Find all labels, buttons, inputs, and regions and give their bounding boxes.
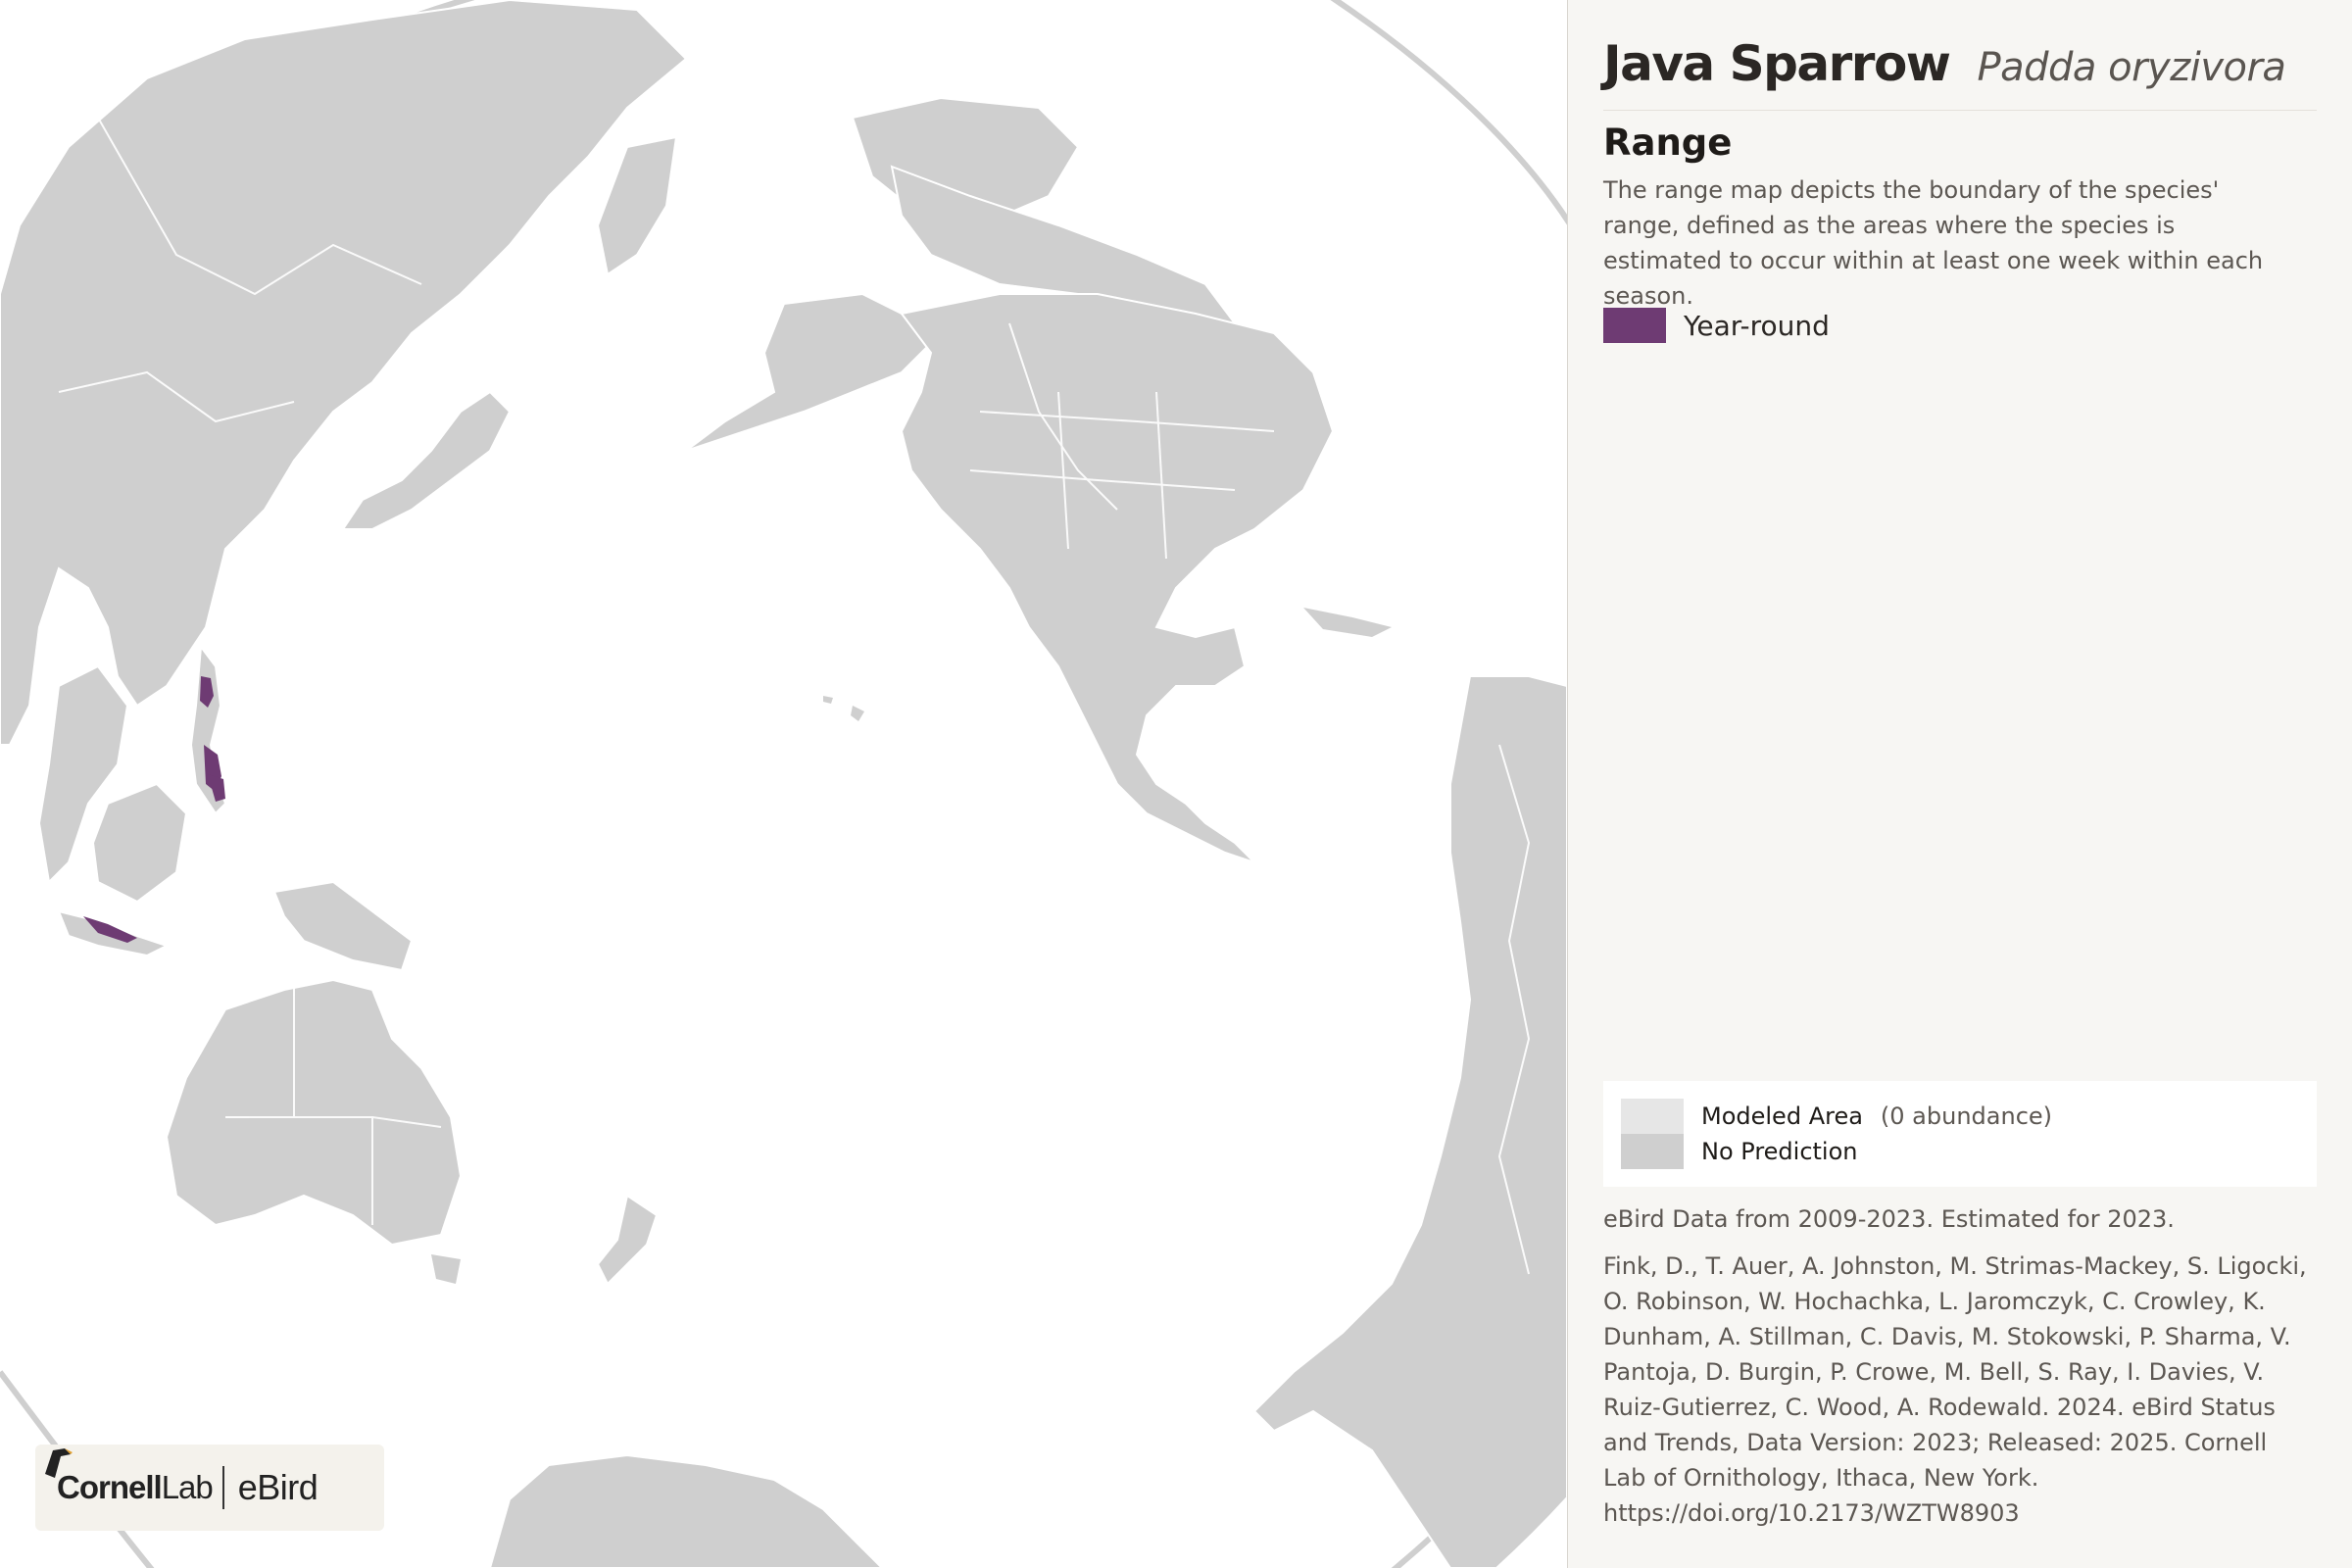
map-legend: Modeled Area (0 abundance) No Prediction	[1603, 1081, 2317, 1187]
bird-icon	[45, 1448, 73, 1478]
land-new-zealand	[596, 1194, 659, 1286]
no-prediction-label: No Prediction	[1701, 1138, 1858, 1165]
modeled-area-note: (0 abundance)	[1880, 1102, 2053, 1130]
land-borneo	[91, 782, 188, 904]
range-description: The range map depicts the boundary of th…	[1603, 176, 2264, 310]
land-south-america	[1252, 675, 1567, 1568]
species-panel: Java Sparrow Padda oryzivora Range The r…	[1568, 0, 2352, 1568]
land-north-america	[900, 293, 1335, 863]
year-round-swatch	[1603, 308, 1666, 343]
cornell-ebird-logo[interactable]: Cornell Lab eBird	[35, 1445, 384, 1531]
year-round-label: Year-round	[1684, 309, 1830, 342]
land-new-guinea	[272, 880, 414, 972]
legend-year-round: Year-round	[1603, 308, 1830, 343]
cornell-lab-logo: Cornell Lab	[45, 1448, 214, 1506]
land-alaska	[685, 292, 933, 452]
scientific-name: Padda oryzivora	[1977, 45, 2286, 90]
common-name: Java Sparrow	[1603, 35, 1951, 92]
land-australia	[165, 978, 463, 1247]
modeled-area-label: Modeled Area	[1701, 1102, 1863, 1130]
land-kamchatka	[596, 135, 678, 276]
range-map[interactable]: Cornell Lab eBird	[0, 0, 1568, 1568]
land-japan	[341, 390, 512, 530]
land-tasmania	[431, 1254, 461, 1284]
modeled-area-swatch	[1621, 1099, 1684, 1134]
land-caribbean	[1303, 608, 1392, 637]
legend-no-prediction: No Prediction	[1621, 1134, 2317, 1169]
land-asia	[0, 0, 688, 746]
land-hawaii	[823, 696, 864, 721]
range-heading: Range	[1603, 122, 1733, 164]
logo-divider	[221, 1466, 224, 1509]
species-title: Java Sparrow Padda oryzivora	[1603, 35, 2317, 111]
no-prediction-swatch	[1621, 1134, 1684, 1169]
map-canvas[interactable]	[0, 0, 1567, 1568]
ebird-logo: eBird	[237, 1467, 318, 1507]
legend-modeled-area: Modeled Area (0 abundance)	[1621, 1099, 2317, 1134]
citation[interactable]: Fink, D., T. Auer, A. Johnston, M. Strim…	[1603, 1249, 2317, 1531]
data-note: eBird Data from 2009-2023. Estimated for…	[1603, 1205, 2175, 1233]
land-antarctica	[488, 1453, 885, 1568]
